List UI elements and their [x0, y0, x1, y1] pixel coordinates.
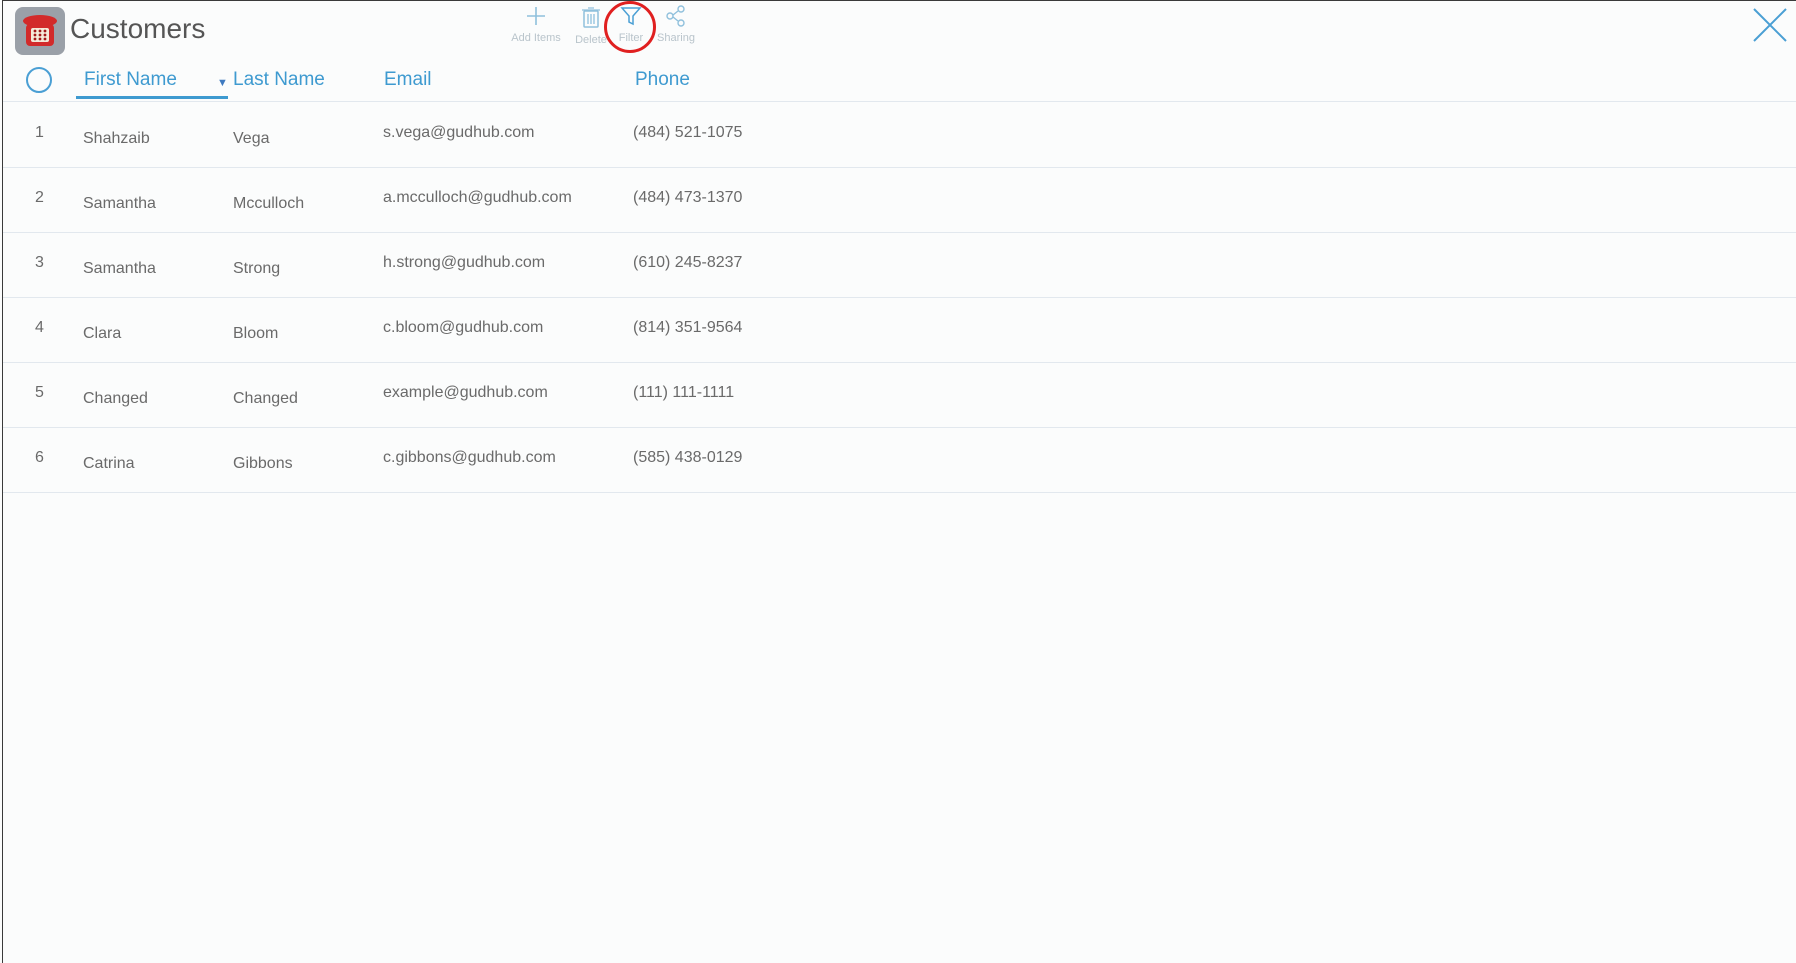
table-header: First Name ▼ Last Name Email Phone — [3, 61, 1796, 102]
phone-cell: (484) 473-1370 — [633, 189, 743, 206]
telephone-icon — [15, 7, 65, 55]
row-number: 1 — [35, 124, 44, 141]
table-row[interactable]: 2 Samantha Mcculloch a.mcculloch@gudhub.… — [3, 167, 1796, 233]
first-name-cell: Clara — [83, 325, 122, 342]
sort-arrow-icon[interactable]: ▼ — [217, 77, 228, 89]
trash-icon — [582, 7, 600, 28]
row-number: 2 — [35, 189, 44, 206]
last-name-cell: Strong — [233, 260, 281, 277]
phone-cell: (585) 438-0129 — [633, 449, 743, 466]
phone-cell: (814) 351-9564 — [633, 319, 743, 336]
add-items-label: Add Items — [511, 32, 561, 44]
delete-button[interactable]: Delete — [569, 5, 613, 46]
row-number: 3 — [35, 254, 44, 271]
last-name-cell: Gibbons — [233, 455, 293, 472]
email-cell: c.gibbons@gudhub.com — [383, 449, 556, 466]
row-number: 6 — [35, 449, 44, 466]
table-row[interactable]: 1 Shahzaib Vega s.vega@gudhub.com (484) … — [3, 102, 1796, 168]
phone-cell: (111) 111-1111 — [633, 384, 735, 401]
close-icon — [1753, 8, 1787, 42]
first-name-cell: Changed — [83, 390, 148, 407]
first-name-cell: Samantha — [83, 260, 156, 277]
table-row[interactable]: 4 Clara Bloom c.bloom@gudhub.com (814) 3… — [3, 297, 1796, 363]
sharing-label: Sharing — [657, 32, 695, 44]
column-header-last-name[interactable]: Last Name — [233, 69, 325, 91]
add-items-button[interactable]: Add Items — [503, 5, 569, 44]
row-number: 5 — [35, 384, 44, 401]
filter-label: Filter — [618, 32, 644, 44]
filter-icon — [620, 7, 642, 26]
email-cell: s.vega@gudhub.com — [383, 124, 535, 141]
column-header-phone[interactable]: Phone — [635, 69, 690, 91]
plus-icon — [527, 7, 545, 25]
app-window: Customers Add Items Delete Filter Sharin… — [2, 0, 1796, 963]
sharing-button[interactable]: Sharing — [653, 5, 699, 44]
last-name-cell: Vega — [233, 130, 270, 147]
delete-label: Delete — [575, 34, 607, 46]
email-cell: c.bloom@gudhub.com — [383, 319, 544, 336]
first-name-cell: Samantha — [83, 195, 156, 212]
table-row[interactable]: 6 Catrina Gibbons c.gibbons@gudhub.com (… — [3, 427, 1796, 493]
email-cell: example@gudhub.com — [383, 384, 548, 401]
column-header-email[interactable]: Email — [384, 69, 432, 91]
first-name-cell: Shahzaib — [83, 130, 150, 147]
first-name-cell: Catrina — [83, 455, 135, 472]
email-cell: a.mcculloch@gudhub.com — [383, 189, 572, 206]
last-name-cell: Changed — [233, 390, 298, 407]
filter-button[interactable]: Filter — [613, 5, 649, 44]
email-cell: h.strong@gudhub.com — [383, 254, 546, 271]
select-all-checkbox[interactable] — [26, 67, 52, 93]
share-icon — [666, 5, 685, 27]
sorted-column-indicator — [76, 96, 228, 99]
row-number: 4 — [35, 319, 44, 336]
page-title: Customers — [70, 13, 206, 44]
phone-cell: (484) 521-1075 — [633, 124, 743, 141]
phone-cell: (610) 245-8237 — [633, 254, 743, 271]
table-row[interactable]: 5 Changed Changed example@gudhub.com (11… — [3, 362, 1796, 428]
column-header-first-name[interactable]: First Name — [84, 69, 177, 91]
close-button[interactable] — [1750, 5, 1790, 45]
last-name-cell: Bloom — [233, 325, 279, 342]
table-row[interactable]: 3 Samantha Strong h.strong@gudhub.com (6… — [3, 232, 1796, 298]
last-name-cell: Mcculloch — [233, 195, 305, 212]
